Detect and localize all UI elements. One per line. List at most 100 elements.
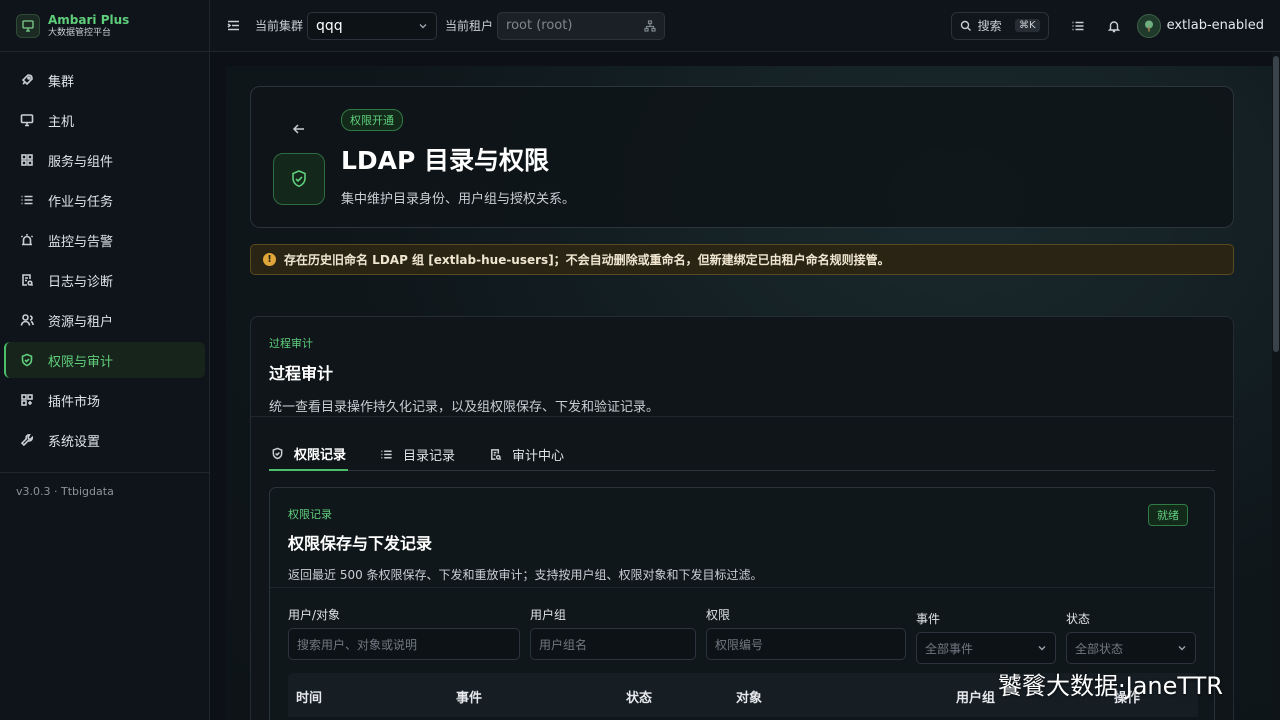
avatar[interactable] bbox=[1136, 13, 1161, 38]
search-label: 搜索 bbox=[977, 19, 1002, 33]
sidebar-item-jobs[interactable]: 作业与任务 bbox=[4, 182, 205, 218]
tab-label: 权限记录 bbox=[294, 447, 347, 463]
sidebar-item-label: 监控与告警 bbox=[48, 234, 114, 250]
shield-icon bbox=[21, 353, 33, 367]
alarm-icon bbox=[20, 234, 34, 246]
tab-permission-records[interactable]: 权限记录 bbox=[269, 437, 349, 471]
column-header[interactable]: 对象 bbox=[736, 687, 762, 706]
sidebar-item-label: 作业与任务 bbox=[48, 194, 114, 210]
group-filter-label: 用户组 bbox=[530, 608, 567, 622]
brand-subtitle: 大数据管控平台 bbox=[48, 27, 112, 38]
records-header: 权限记录 权限保存与下发记录 返回最近 500 条权限保存、下发和重放审计；支持… bbox=[270, 488, 1214, 588]
warning-text: 存在历史旧命名 LDAP 组 [extlab-hue-users]；不会自动删除… bbox=[284, 253, 890, 267]
user-name[interactable]: extlab-enabled bbox=[1167, 18, 1264, 33]
sidebar-item-label: 插件市场 bbox=[48, 394, 101, 410]
search-shortcut: ⌘K bbox=[1015, 19, 1040, 32]
chevron-down-icon bbox=[419, 23, 427, 28]
cluster-label: 当前集群 bbox=[255, 19, 304, 33]
perm-filter-input[interactable]: 权限编号 bbox=[706, 628, 906, 660]
sidebar-item-plugins[interactable]: 插件市场 bbox=[4, 382, 205, 418]
event-filter-select[interactable]: 全部事件 bbox=[916, 632, 1056, 664]
logo-icon bbox=[16, 13, 40, 38]
bell-icon[interactable] bbox=[1107, 19, 1121, 33]
back-arrow-icon[interactable] bbox=[291, 121, 307, 137]
cluster-value: qqq bbox=[316, 17, 343, 34]
audit-tabs: 权限记录 目录记录 审计中心 bbox=[269, 437, 1215, 471]
tenant-label: 当前租户 bbox=[445, 19, 494, 33]
sidebar-item-permissions[interactable]: 权限与审计 bbox=[4, 342, 205, 378]
sidebar-item-label: 权限与审计 bbox=[48, 354, 114, 370]
shield-check-icon bbox=[292, 170, 306, 188]
sidebar-item-settings[interactable]: 系统设置 bbox=[4, 422, 205, 458]
menu-toggle-icon[interactable] bbox=[226, 18, 241, 33]
group-filter-input[interactable]: 用户组名 bbox=[530, 628, 696, 660]
event-filter-value: 全部事件 bbox=[925, 641, 974, 656]
shield-icon bbox=[272, 447, 283, 459]
tab-directory-records[interactable]: 目录记录 bbox=[378, 437, 457, 471]
event-filter-label: 事件 bbox=[916, 612, 941, 626]
audit-eyebrow: 过程审计 bbox=[269, 337, 313, 350]
sidebar-item-label: 日志与诊断 bbox=[48, 274, 114, 290]
task-list-icon[interactable] bbox=[1071, 19, 1085, 33]
sidebar-item-label: 集群 bbox=[48, 74, 75, 90]
tab-audit-center[interactable]: 审计中心 bbox=[487, 437, 566, 471]
list-icon bbox=[21, 195, 33, 205]
sidebar-item-hosts[interactable]: 主机 bbox=[4, 102, 205, 138]
audit-panel: 过程审计 过程审计 统一查看目录操作持久化记录，以及组权限保存、下发和验证记录。… bbox=[250, 316, 1234, 720]
page-title: LDAP 目录与权限 bbox=[341, 146, 550, 175]
tenant-value: root (root) bbox=[506, 18, 573, 33]
sidebar-item-monitoring[interactable]: 监控与告警 bbox=[4, 222, 205, 258]
status-filter-label: 状态 bbox=[1066, 612, 1091, 626]
perm-filter-label: 权限 bbox=[706, 608, 731, 622]
sidebar-item-label: 资源与租户 bbox=[48, 314, 114, 330]
user-filter-input[interactable]: 搜索用户、对象或说明 bbox=[288, 628, 520, 660]
file-search-icon bbox=[491, 448, 502, 460]
brand-title: Ambari Plus bbox=[48, 12, 130, 27]
sidebar-nav: 集群 主机 服务与组件 作业与任务 监控与告警 日志与诊断 资源与租户 权限与审… bbox=[0, 52, 209, 468]
records-title: 权限保存与下发记录 bbox=[288, 534, 433, 553]
rocket-icon bbox=[21, 74, 33, 86]
scrollbar-thumb[interactable] bbox=[1273, 56, 1279, 352]
file-search-icon bbox=[22, 274, 34, 287]
status-filter-select[interactable]: 全部状态 bbox=[1066, 632, 1196, 664]
grid-icon bbox=[21, 154, 33, 166]
search-button[interactable]: 搜索 ⌘K bbox=[950, 11, 1049, 40]
warning-alert: ! 存在历史旧命名 LDAP 组 [extlab-hue-users]；不会自动… bbox=[250, 244, 1234, 275]
audit-description: 统一查看目录操作持久化记录，以及组权限保存、下发和验证记录。 bbox=[269, 400, 660, 415]
sidebar-item-tenants[interactable]: 资源与租户 bbox=[4, 302, 205, 338]
records-eyebrow: 权限记录 bbox=[288, 508, 332, 521]
permission-badge: 权限开通 bbox=[341, 109, 403, 131]
column-header[interactable]: 时间 bbox=[296, 687, 322, 706]
status-filter-value: 全部状态 bbox=[1075, 641, 1124, 656]
tenant-select[interactable]: root (root) bbox=[497, 11, 666, 40]
users-icon bbox=[20, 314, 34, 326]
audit-title: 过程审计 bbox=[269, 364, 334, 383]
version-label: v3.0.3 · Ttbigdata bbox=[16, 485, 114, 498]
watermark-text: 饕餮大数据·JaneTTR bbox=[998, 672, 1223, 700]
column-header[interactable]: 状态 bbox=[626, 687, 652, 706]
brand[interactable]: Ambari Plus 大数据管控平台 bbox=[0, 0, 209, 52]
status-badge: 就绪 bbox=[1148, 504, 1188, 526]
tree-avatar-icon bbox=[1144, 20, 1153, 31]
puzzle-icon bbox=[21, 394, 33, 406]
sidebar-item-logs[interactable]: 日志与诊断 bbox=[4, 262, 205, 298]
sidebar-item-label: 主机 bbox=[48, 114, 75, 130]
perm-filter-placeholder: 权限编号 bbox=[715, 637, 764, 652]
topbar: 当前集群 qqq 当前租户 root (root) 搜索 ⌘K extlab-e… bbox=[210, 0, 1280, 52]
column-header[interactable]: 用户组 bbox=[956, 687, 995, 706]
user-filter-label: 用户/对象 bbox=[288, 608, 341, 622]
group-filter-placeholder: 用户组名 bbox=[539, 637, 588, 652]
monitor-icon bbox=[20, 114, 34, 127]
tree-icon bbox=[644, 19, 656, 32]
warning-icon: ! bbox=[263, 253, 276, 266]
sidebar-item-cluster[interactable]: 集群 bbox=[4, 62, 205, 98]
wrench-icon bbox=[20, 434, 33, 447]
tab-label: 审计中心 bbox=[512, 448, 565, 464]
chevron-down-icon bbox=[1178, 646, 1186, 651]
sidebar-item-label: 服务与组件 bbox=[48, 154, 114, 170]
page-description: 集中维护目录身份、用户组与授权关系。 bbox=[341, 192, 576, 207]
sidebar-item-services[interactable]: 服务与组件 bbox=[4, 142, 205, 178]
search-icon bbox=[960, 20, 971, 31]
cluster-select[interactable]: qqq bbox=[307, 11, 438, 40]
column-header[interactable]: 事件 bbox=[456, 687, 482, 706]
